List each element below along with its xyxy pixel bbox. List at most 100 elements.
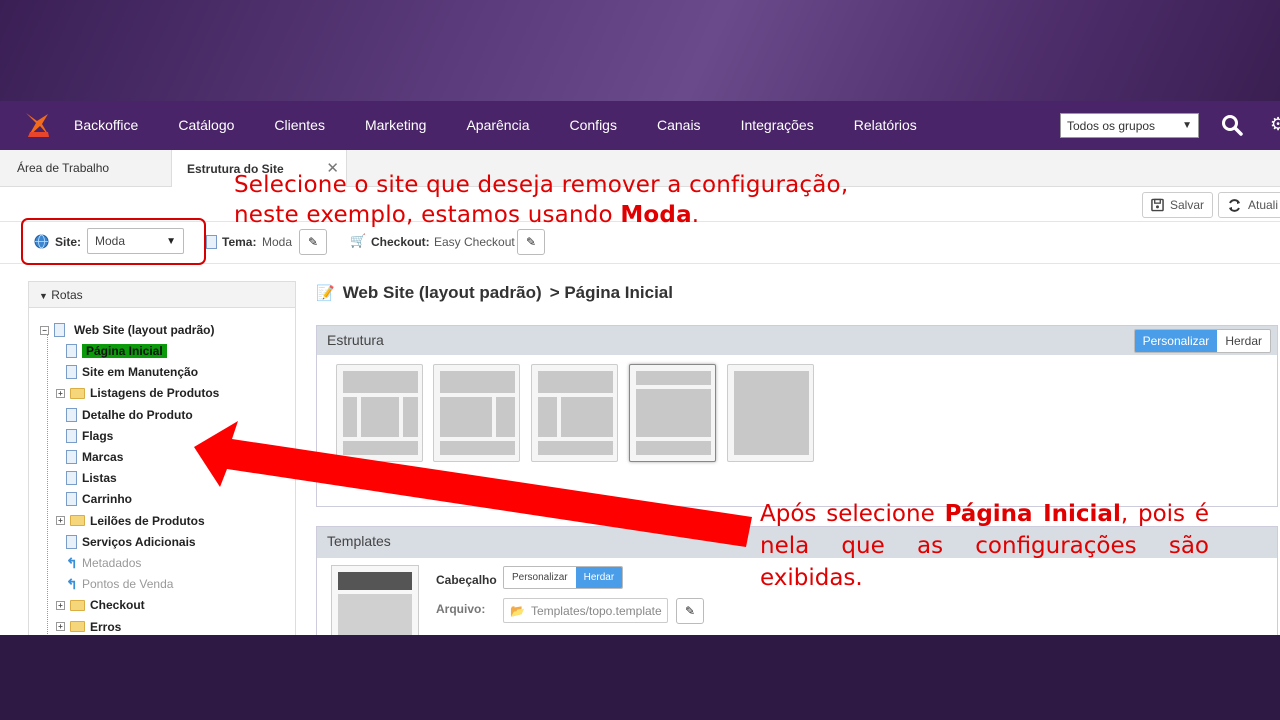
edit-tema-button[interactable]: ✎: [299, 229, 327, 255]
tab-area-de-trabalho[interactable]: Área de Trabalho: [0, 150, 170, 187]
tree-item[interactable]: ↰ Metadados: [66, 554, 141, 572]
layout-option-4-selected[interactable]: [629, 364, 716, 462]
annotation-page-instruction: Após selecione Página Inicial, pois é ne…: [760, 501, 1209, 591]
pencil-icon: ✎: [307, 235, 319, 249]
tree-item[interactable]: + Listagens de Produtos: [56, 384, 219, 402]
tree-root-label: Web Site (layout padrão): [74, 323, 215, 337]
save-label: Salvar: [1169, 198, 1204, 212]
tree-item[interactable]: Site em Manutenção: [66, 363, 198, 381]
cabecalho-herdar-button[interactable]: Herdar: [575, 567, 623, 588]
tree-item[interactable]: Página Inicial: [66, 342, 167, 360]
layout-option-2[interactable]: [433, 364, 520, 462]
link-arrow-icon: ↰: [66, 555, 78, 571]
cabecalho-personalizar-button[interactable]: Personalizar: [504, 567, 576, 588]
tree-item[interactable]: + Leilões de Produtos: [56, 512, 205, 530]
tree-item[interactable]: ↰ Pontos de Venda: [66, 575, 173, 593]
search-icon[interactable]: [1220, 113, 1244, 137]
document-icon: [54, 323, 65, 337]
tree-item[interactable]: Detalhe do Produto: [66, 406, 193, 424]
cabecalho-toggle: Personalizar Herdar: [503, 566, 624, 589]
top-navbar: Backoffice Catálogo Clientes Marketing A…: [0, 101, 1280, 150]
estrutura-title: Estrutura: [327, 332, 384, 348]
tree-item[interactable]: Carrinho: [66, 490, 132, 508]
folder-icon: [70, 515, 85, 527]
tree-guide-line: [47, 330, 48, 635]
edit-checkout-button[interactable]: ✎: [517, 229, 545, 255]
tree-item[interactable]: Serviços Adicionais: [66, 533, 196, 551]
personalizar-button[interactable]: Personalizar: [1134, 330, 1218, 352]
expand-icon[interactable]: +: [56, 600, 65, 610]
page-title-current: > Página Inicial: [549, 283, 673, 302]
tema-value: Moda: [262, 235, 293, 249]
tree-item-label: Carrinho: [82, 492, 133, 507]
arquivo-label: Arquivo:: [436, 602, 486, 616]
document-icon: [66, 344, 77, 358]
nav-item-marketing[interactable]: Marketing: [345, 101, 446, 150]
tree-item[interactable]: Flags: [66, 427, 113, 445]
tree-item-label: Leilões de Produtos: [90, 513, 205, 528]
herdar-button[interactable]: Herdar: [1217, 330, 1270, 352]
folder-open-icon: 📂: [510, 603, 525, 618]
edit-arquivo-button[interactable]: ✎: [676, 598, 704, 624]
tree-item-label: Serviços Adicionais: [82, 534, 196, 549]
nav-item-canais[interactable]: Canais: [637, 101, 721, 150]
tree-item-label: Detalhe do Produto: [82, 407, 193, 422]
document-icon: [66, 450, 77, 464]
tree-item[interactable]: Listas: [66, 469, 117, 487]
annotation-line-1: Selecione o site que deseja remover a co…: [234, 172, 849, 198]
expand-icon[interactable]: +: [56, 622, 65, 632]
brand-logo-icon[interactable]: [22, 110, 52, 140]
edit-page-icon: 📝: [316, 285, 335, 302]
document-icon: [66, 428, 77, 443]
tree-item[interactable]: Marcas: [66, 448, 123, 466]
nav-item-configs[interactable]: Configs: [550, 101, 637, 150]
tree-item[interactable]: + Checkout: [56, 596, 145, 614]
tree-root-web-site[interactable]: − Web Site (layout padrão): [40, 321, 214, 339]
tree-item-label: Pontos de Venda: [82, 577, 174, 592]
checkout-value: Easy Checkout: [434, 235, 515, 249]
page-title-path: Web Site (layout padrão): [342, 283, 542, 302]
site-highlight-box: [21, 218, 206, 265]
gear-icon[interactable]: ⚙: [1270, 114, 1280, 136]
tree-item[interactable]: + Erros: [56, 618, 121, 635]
tema-label: Tema:: [222, 235, 257, 249]
page-title: 📝 Web Site (layout padrão) > Página Inic…: [316, 283, 673, 303]
expand-icon[interactable]: +: [56, 388, 65, 398]
document-icon: [66, 471, 77, 486]
refresh-icon: [1229, 198, 1240, 212]
nav-item-aparencia[interactable]: Aparência: [446, 101, 549, 150]
app-window: Backoffice Catálogo Clientes Marketing A…: [0, 101, 1280, 635]
tree-item-label: Site em Manutenção: [82, 365, 199, 380]
rotas-panel-header[interactable]: ▼ Rotas: [28, 281, 296, 308]
layout-option-5[interactable]: [727, 364, 814, 462]
layout-option-3[interactable]: [531, 364, 618, 462]
save-button[interactable]: Salvar: [1142, 192, 1213, 218]
tree-item-label: Listagens de Produtos: [90, 386, 220, 401]
folder-icon: [70, 621, 85, 633]
arquivo-field[interactable]: 📂 Templates/topo.template: [503, 598, 668, 623]
group-select[interactable]: Todos os grupos ▼: [1060, 113, 1199, 138]
nav-item-backoffice[interactable]: Backoffice: [54, 101, 158, 150]
folder-icon: [70, 387, 85, 399]
rotas-title: Rotas: [51, 288, 83, 302]
tree-item-label: Página Inicial: [82, 344, 167, 358]
annotation-line-2: neste exemplo, estamos usando Moda.: [234, 202, 700, 228]
nav-item-integracoes[interactable]: Integrações: [721, 101, 834, 150]
estrutura-toggle: Personalizar Herdar: [1133, 329, 1271, 353]
nav-item-clientes[interactable]: Clientes: [254, 101, 345, 150]
tree-item-label: Erros: [90, 619, 122, 634]
update-button[interactable]: Atuali: [1218, 192, 1280, 218]
floppy-disk-icon: [1151, 198, 1164, 212]
triangle-down-icon: ▼: [39, 291, 48, 301]
link-arrow-icon: ↰: [66, 576, 78, 593]
nav-item-catalogo[interactable]: Catálogo: [158, 101, 254, 150]
document-icon: [66, 492, 77, 507]
pencil-icon: ✎: [525, 235, 537, 249]
templates-title: Templates: [327, 533, 391, 549]
layout-option-1[interactable]: [336, 364, 423, 462]
expand-icon[interactable]: +: [56, 516, 65, 526]
collapse-icon[interactable]: −: [40, 325, 49, 335]
document-icon: [66, 534, 77, 549]
group-select-value: Todos os grupos: [1067, 118, 1156, 133]
nav-item-relatorios[interactable]: Relatórios: [834, 101, 937, 150]
